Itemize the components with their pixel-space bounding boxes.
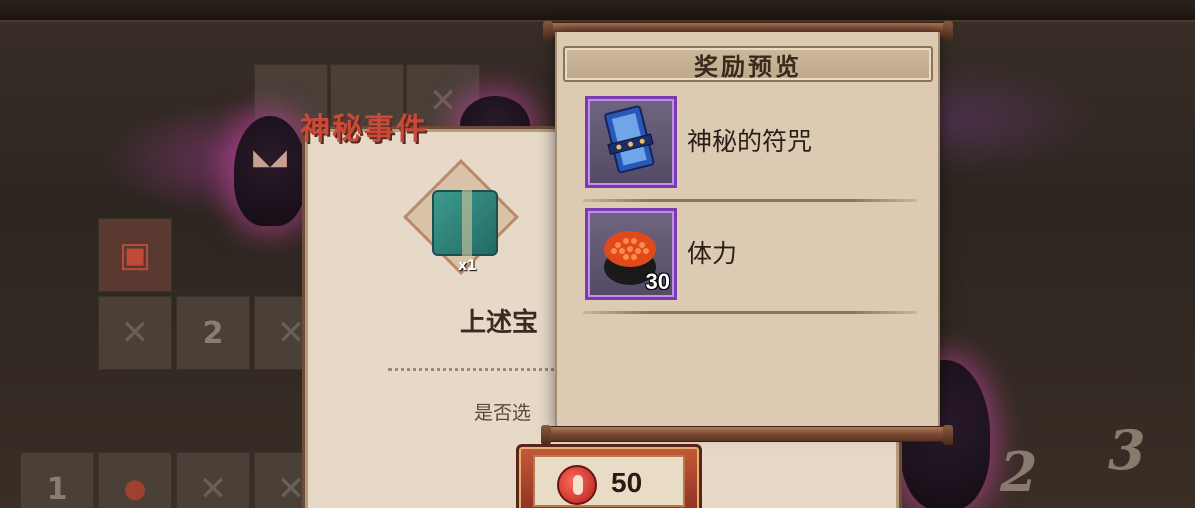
talisman-icon xyxy=(604,105,655,174)
board-cell-chest[interactable]: ▣ xyxy=(98,218,172,292)
magatama-icon xyxy=(557,465,597,505)
board-cell[interactable]: ✕ xyxy=(98,296,172,370)
cost-plate: 50 xyxy=(533,455,685,507)
chest-quantity: x1 xyxy=(458,258,477,274)
ghost-monster-icon: ◣◢ xyxy=(234,116,306,226)
deco-number: 3 xyxy=(1108,418,1146,482)
row-separator xyxy=(583,311,917,314)
reward-item[interactable]: 神秘的符咒 xyxy=(583,92,917,202)
reward-name: 体力 xyxy=(687,239,738,268)
treasure-chest-icon: ▣ xyxy=(118,235,152,275)
event-question: 是否选 xyxy=(474,402,532,424)
crossed-swords-icon: ✕ xyxy=(198,469,228,508)
cost-value: 50 xyxy=(611,467,643,498)
reward-name: 神秘的符咒 xyxy=(687,127,813,156)
board-cell-number[interactable]: 2 xyxy=(176,296,250,370)
row-separator xyxy=(583,199,917,202)
rod-cap xyxy=(541,425,551,445)
board-cell[interactable]: ● xyxy=(98,452,172,508)
board-cell[interactable]: ✕ xyxy=(176,452,250,508)
reward-item[interactable]: 30 体力 xyxy=(583,204,917,314)
bag-icon: ● xyxy=(123,474,147,504)
ghost-face: ◣◢ xyxy=(253,145,287,171)
divider xyxy=(388,368,568,371)
rod-cap xyxy=(543,21,553,41)
deco-number: 2 xyxy=(1000,440,1038,504)
crossed-swords-icon: ✕ xyxy=(276,313,306,353)
cell-number: 2 xyxy=(202,315,224,351)
crossed-swords-icon: ✕ xyxy=(276,469,306,508)
rod-cap xyxy=(943,21,953,41)
rod-cap xyxy=(943,425,953,445)
popup-header: 奖励预览 xyxy=(563,46,933,82)
crossed-swords-icon: ✕ xyxy=(120,313,150,353)
gift-box-icon xyxy=(432,186,498,258)
reward-icon-frame[interactable]: 30 xyxy=(585,208,677,300)
board-cell-number[interactable]: 1 xyxy=(20,452,94,508)
reward-count: 30 xyxy=(645,269,670,294)
crossed-swords-icon: ✕ xyxy=(428,81,458,121)
confirm-cost-button[interactable]: 50 xyxy=(516,444,702,508)
reward-icon-frame[interactable] xyxy=(585,96,677,188)
event-title: 神秘事件 xyxy=(300,112,428,147)
popup-title: 奖励预览 xyxy=(694,51,802,81)
event-description: 上述宝 xyxy=(460,308,539,338)
cell-number: 1 xyxy=(46,471,68,507)
scroll-bottom-rod xyxy=(541,425,953,445)
top-bar xyxy=(0,0,1195,22)
reward-preview-popup: 奖励预览 神秘的符咒 30 体力 xyxy=(555,32,940,432)
